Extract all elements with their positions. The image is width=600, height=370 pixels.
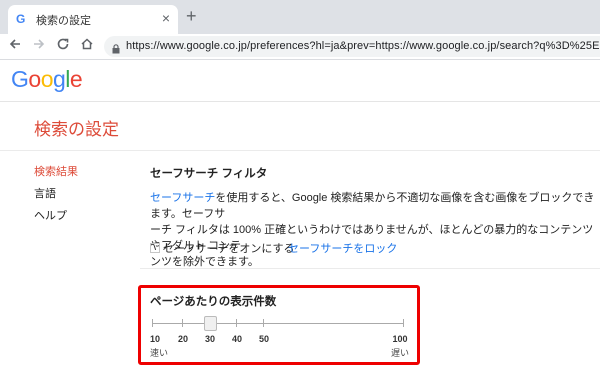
url-text: https://www.google.co.jp/preferences?hl=… (126, 40, 600, 52)
tab-search-settings[interactable]: G 検索の設定 × (8, 5, 178, 34)
home-icon[interactable] (78, 37, 96, 55)
close-icon[interactable]: × (162, 10, 170, 26)
safesearch-checkbox-row[interactable]: セーフサーチをオンにする (150, 240, 294, 256)
tick-label: 40 (231, 334, 242, 344)
tab-strip: G 検索の設定 × + (0, 0, 600, 34)
logo-letter: G (11, 66, 29, 92)
safesearch-checkbox[interactable] (150, 243, 160, 253)
logo-letter: o (40, 66, 54, 92)
google-favicon-icon: G (16, 12, 26, 26)
results-per-page-heading: ページあたりの表示件数 (150, 296, 277, 308)
lock-safesearch-link[interactable]: セーフサーチをロック (288, 240, 397, 256)
settings-sidebar: 検索結果 言語 ヘルプ (34, 163, 78, 229)
logo-letter: g (52, 66, 66, 92)
slow-label: 遅い (391, 348, 410, 358)
tick-label: 10 (149, 334, 160, 344)
divider (140, 268, 600, 269)
slider-tick (263, 319, 264, 327)
sidebar-item-help[interactable]: ヘルプ (34, 207, 78, 222)
slider-tick (182, 319, 183, 327)
description-line: を使用すると、Google 検索結果から不適切な画像を含む画像をブロックできます… (150, 192, 595, 220)
lock-icon (112, 41, 120, 54)
sidebar-item-search-results[interactable]: 検索結果 (34, 163, 78, 178)
fast-label: 速い (150, 348, 169, 358)
logo-letter: e (69, 66, 83, 92)
divider (0, 150, 600, 151)
google-logo[interactable]: Google (11, 66, 83, 93)
results-slider-track[interactable] (152, 323, 403, 324)
google-header (0, 60, 600, 102)
tab-title: 検索の設定 (36, 15, 91, 27)
safesearch-link[interactable]: セーフサーチ (150, 192, 215, 204)
results-slider-handle[interactable] (204, 316, 217, 331)
page-title: 検索の設定 (34, 120, 119, 139)
slider-tick (152, 319, 153, 327)
tick-label: 50 (258, 334, 269, 344)
safesearch-heading: セーフサーチ フィルタ (150, 168, 268, 180)
slider-tick (236, 319, 237, 327)
tick-label: 20 (177, 334, 188, 344)
browser-window: G 検索の設定 × + https://www.google.co.jp/pre… (0, 0, 600, 370)
tick-label: 100 (392, 334, 408, 344)
safesearch-description: セーフサーチを使用すると、Google 検索結果から不適切な画像を含む画像をブロ… (150, 190, 595, 270)
slider-tick (403, 319, 404, 327)
address-bar[interactable]: https://www.google.co.jp/preferences?hl=… (104, 36, 600, 57)
tick-label: 30 (204, 334, 215, 344)
reload-icon[interactable] (54, 37, 72, 55)
new-tab-icon[interactable]: + (186, 7, 197, 25)
back-arrow-icon[interactable] (6, 37, 24, 55)
browser-toolbar: https://www.google.co.jp/preferences?hl=… (0, 34, 600, 60)
description-line: ンツを除外できます。 (150, 256, 259, 268)
checkbox-label[interactable]: セーフサーチをオンにする (163, 243, 294, 255)
logo-letter: o (28, 66, 41, 92)
sidebar-item-language[interactable]: 言語 (34, 185, 78, 200)
forward-arrow-icon[interactable] (30, 37, 48, 55)
